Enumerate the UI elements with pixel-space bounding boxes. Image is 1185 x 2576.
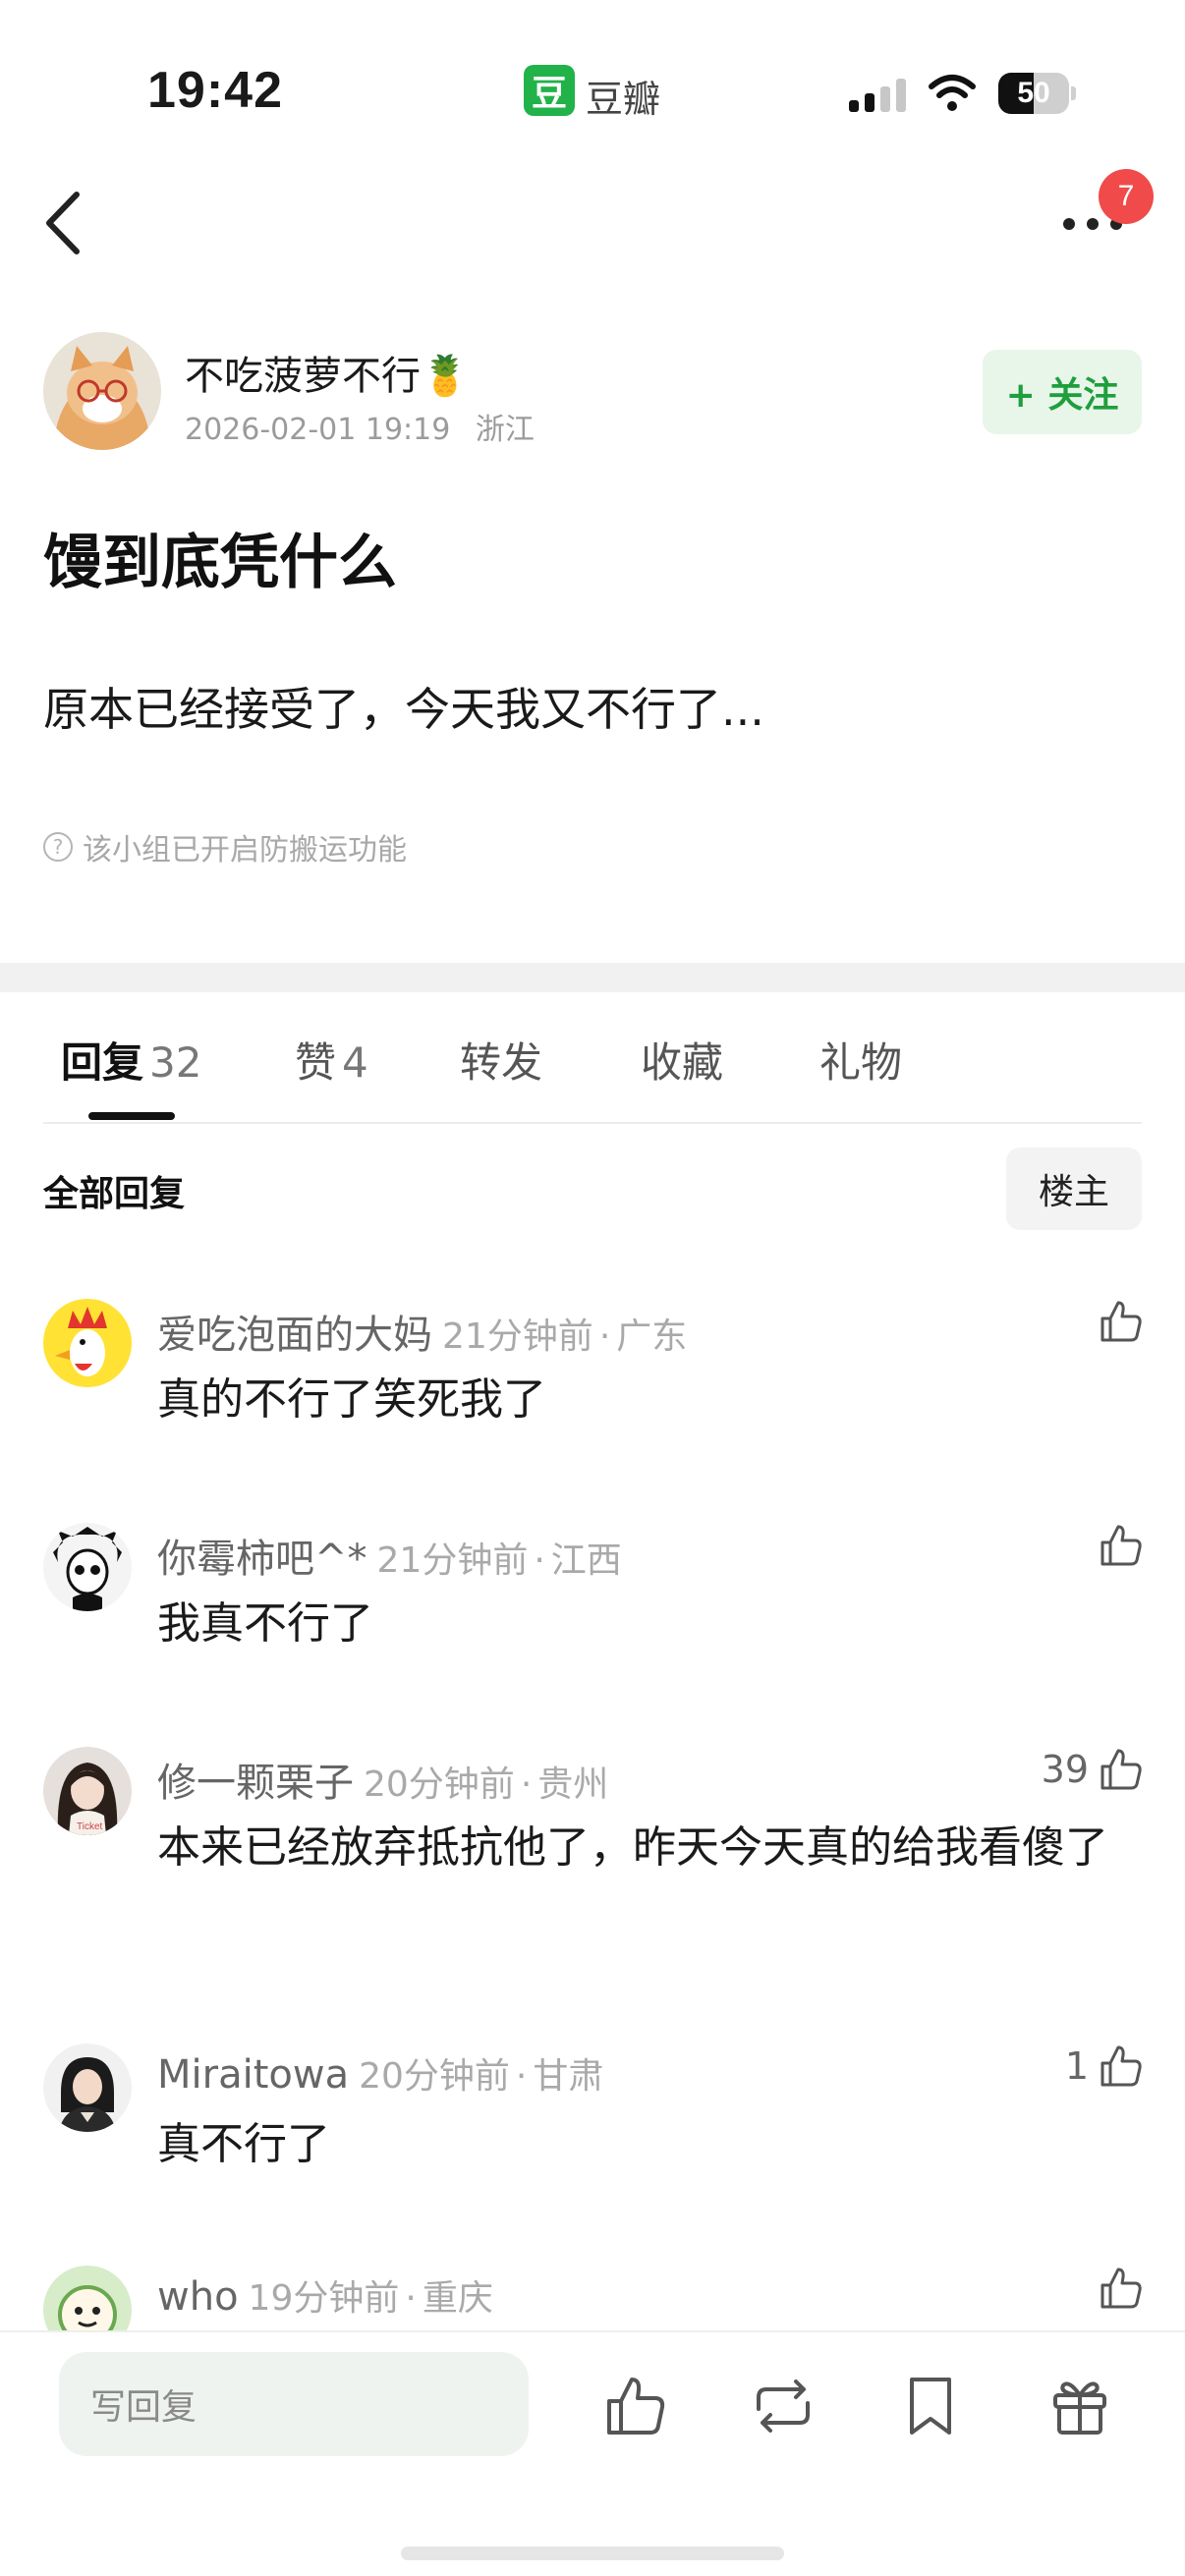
- comment-header: who 19分钟前 · 重庆: [157, 2274, 493, 2320]
- tab-active-indicator: [88, 1112, 175, 1120]
- post-date: 2026-02-01 19:19: [185, 413, 451, 447]
- repost-icon[interactable]: [749, 2372, 818, 2440]
- wifi-icon: [929, 75, 976, 111]
- comment-location: 江西: [550, 1540, 622, 1581]
- comment-user[interactable]: 修一颗栗子: [157, 1761, 354, 1806]
- post-body: 原本已经接受了，今天我又不行了...: [43, 683, 764, 736]
- like-icon: [1100, 2045, 1142, 2087]
- battery-level: 50: [1017, 77, 1050, 109]
- comment-header: 爱吃泡面的大妈 21分钟前 · 广东: [157, 1313, 688, 1358]
- tab-replies[interactable]: 回复 32: [61, 1030, 201, 1090]
- comment-like-button[interactable]: [1089, 2264, 1146, 2313]
- author-avatar[interactable]: [43, 332, 161, 450]
- op-only-filter-button[interactable]: 楼主: [1006, 1148, 1142, 1230]
- tab-likes-label: 赞: [295, 1038, 337, 1087]
- comment-time: 19分钟前: [248, 2278, 400, 2319]
- status-time: 19:42: [147, 62, 283, 119]
- post-meta: 2026-02-01 19:19 浙江: [185, 405, 535, 448]
- gift-icon[interactable]: [1045, 2372, 1114, 2440]
- like-icon: [1100, 1301, 1142, 1342]
- tab-reposts[interactable]: 转发: [460, 1030, 542, 1090]
- all-replies-heading: 全部回复: [43, 1174, 186, 1214]
- reply-input[interactable]: 写回复: [59, 2352, 529, 2456]
- comment-text: 真的不行了笑死我了: [157, 1374, 546, 1425]
- comment-header: Miraitowa 20分钟前 · 甘肃: [157, 2052, 604, 2098]
- author-name[interactable]: 不吃菠萝不行🍍: [185, 344, 470, 401]
- comment-time: 21分钟前: [442, 1316, 593, 1357]
- battery-icon: 50: [998, 73, 1077, 114]
- post-title: 馒到底凭什么: [43, 529, 397, 597]
- signal-icon: [849, 79, 906, 112]
- douban-logo-icon: 豆: [524, 65, 575, 116]
- comment-avatar[interactable]: [43, 1299, 132, 1387]
- back-arrow-icon[interactable]: [39, 187, 88, 259]
- app-name: 豆瓣: [586, 78, 661, 121]
- comment-header: 修一颗栗子 20分钟前 · 贵州: [157, 1761, 609, 1806]
- post-location: 浙江: [475, 413, 535, 447]
- comment-location: 贵州: [537, 1764, 609, 1805]
- comment-location: 重庆: [422, 2278, 493, 2319]
- comment-avatar[interactable]: [43, 1523, 132, 1611]
- tab-replies-label: 回复: [61, 1038, 144, 1087]
- tab-gifts[interactable]: 礼物: [819, 1030, 902, 1090]
- home-indicator: [401, 2547, 784, 2560]
- comment-like-count: 39: [1041, 1748, 1089, 1791]
- comment-user[interactable]: 爱吃泡面的大妈: [157, 1313, 432, 1358]
- comment-user[interactable]: 你霉柿吧^*: [157, 1537, 367, 1582]
- comment-user[interactable]: who: [157, 2274, 239, 2320]
- question-icon: ?: [43, 832, 73, 862]
- comment-avatar[interactable]: [43, 2044, 132, 2132]
- like-icon: [1100, 1749, 1142, 1790]
- follow-button[interactable]: + 关注: [983, 350, 1142, 434]
- anti-repost-note: ? 该小组已开启防搬运功能: [43, 825, 407, 868]
- tab-likes-count: 4: [342, 1038, 368, 1087]
- comment-like-button[interactable]: 1: [1065, 2042, 1146, 2091]
- like-icon: [1100, 1525, 1142, 1566]
- comment-like-button[interactable]: [1089, 1297, 1146, 1346]
- comment-like-button[interactable]: [1089, 1521, 1146, 1570]
- notification-badge: 7: [1099, 169, 1154, 224]
- comment-header: 你霉柿吧^* 21分钟前 · 江西: [157, 1537, 622, 1582]
- comment-time: 20分钟前: [364, 1764, 515, 1805]
- comment-time: 21分钟前: [376, 1540, 529, 1581]
- svg-text:Ticket: Ticket: [77, 1821, 103, 1832]
- comment-location: 广东: [616, 1316, 688, 1357]
- comment-time: 20分钟前: [359, 2056, 510, 2097]
- tab-divider: [43, 1122, 1142, 1124]
- comment-location: 甘肃: [533, 2056, 604, 2097]
- like-icon[interactable]: [601, 2372, 670, 2440]
- comment-user[interactable]: Miraitowa: [157, 2052, 349, 2098]
- comment-text: 真不行了: [157, 2119, 330, 2169]
- comment-like-button[interactable]: 39: [1042, 1745, 1146, 1794]
- tab-bookmarks[interactable]: 收藏: [641, 1030, 723, 1090]
- comment-text: 本来已经放弃抵抗他了，昨天今天真的给我看傻了: [157, 1822, 1108, 1873]
- tab-likes[interactable]: 赞4: [295, 1030, 368, 1090]
- anti-repost-text: 该小组已开启防搬运功能: [83, 833, 407, 868]
- tab-replies-count: 32: [149, 1038, 202, 1087]
- section-divider: [0, 963, 1185, 992]
- bookmark-icon[interactable]: [896, 2372, 965, 2440]
- comment-like-count: 1: [1064, 2044, 1089, 2088]
- like-icon: [1100, 2268, 1142, 2309]
- comment-avatar[interactable]: Ticket: [43, 1747, 132, 1835]
- comment-text: 我真不行了: [157, 1598, 373, 1649]
